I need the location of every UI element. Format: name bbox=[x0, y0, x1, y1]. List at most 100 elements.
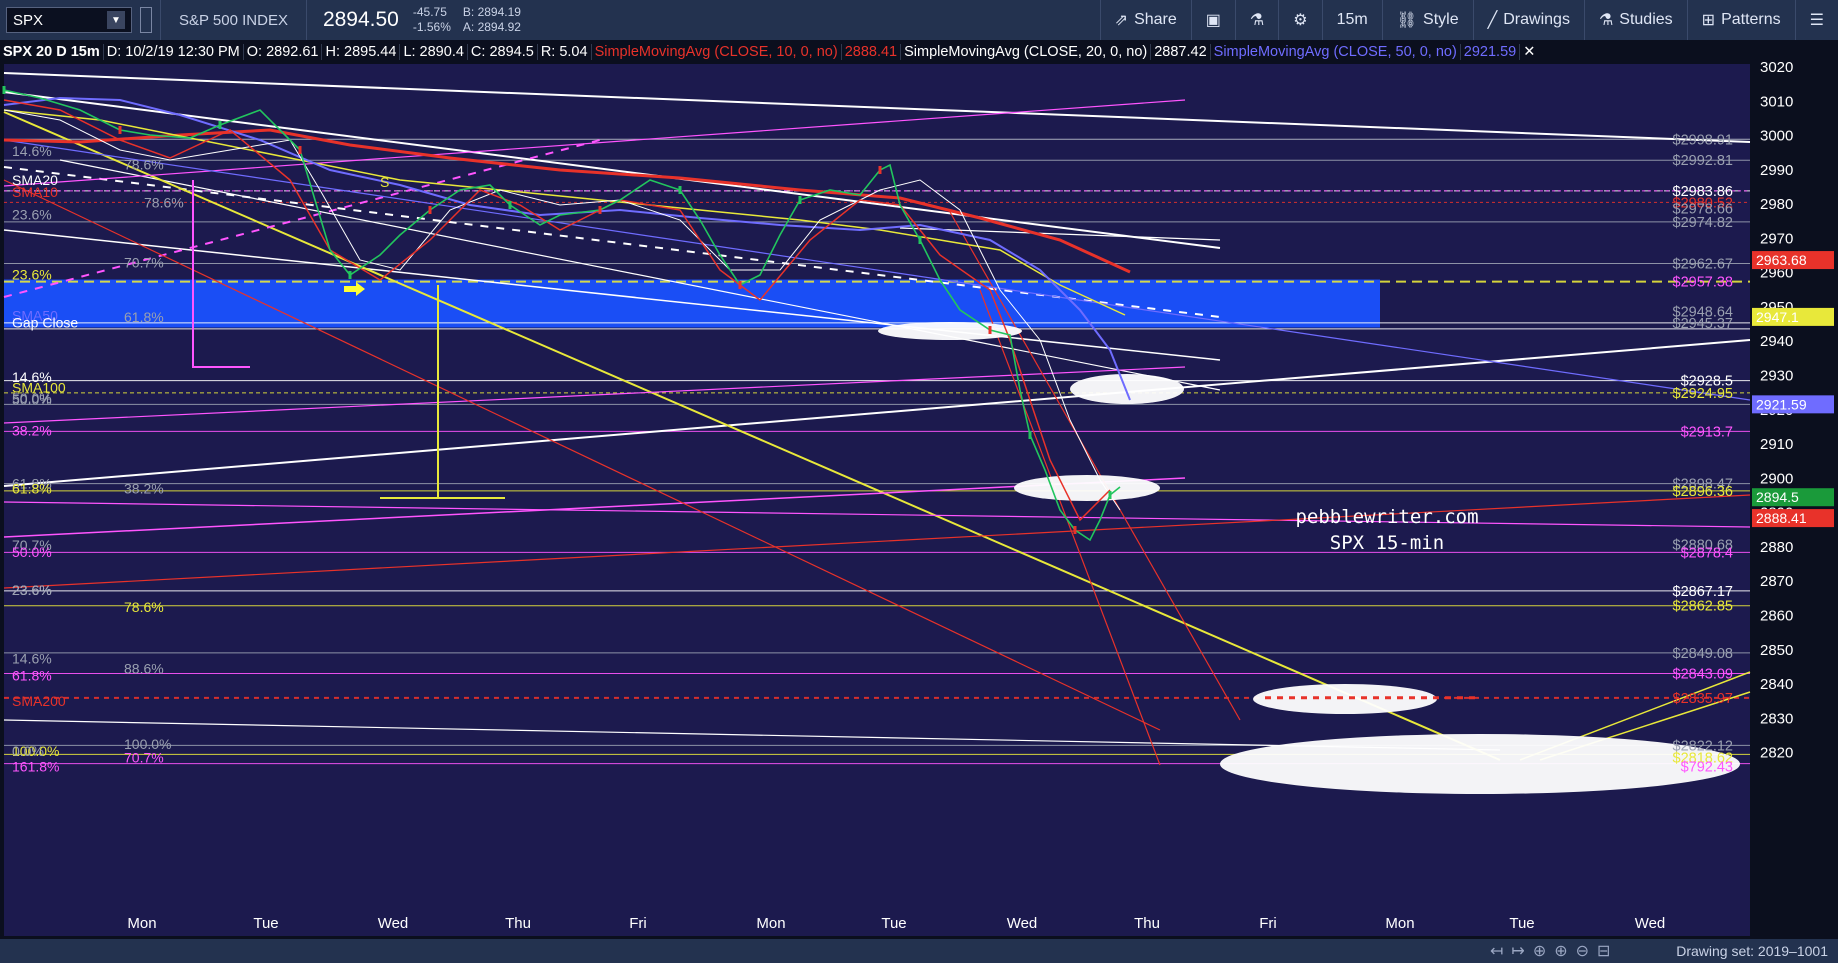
zoom-controls[interactable]: ↤↦⊕⊕⊖⊟ bbox=[1490, 941, 1618, 961]
flask-button[interactable]: ⚗ bbox=[1234, 0, 1278, 40]
pencil-icon: ╱ bbox=[1487, 12, 1498, 29]
fib-label: 50.0% bbox=[12, 392, 52, 408]
price-axis-tick: 2930 bbox=[1760, 368, 1793, 385]
price-candle bbox=[678, 186, 682, 194]
bar-open: O: 2892.61 bbox=[244, 44, 323, 60]
fib-label: 78.6% bbox=[144, 194, 184, 210]
time-axis-tick: Thu bbox=[505, 915, 531, 932]
price-axis-tick: 3020 bbox=[1760, 59, 1793, 76]
highlight-ellipse bbox=[1014, 475, 1160, 501]
fib-label: 14.6% bbox=[12, 143, 52, 159]
chart-title: SPX 20 D 15m bbox=[0, 44, 104, 60]
studies-icon: ⚗ bbox=[1598, 12, 1614, 29]
timeframe-button[interactable]: 15m bbox=[1321, 0, 1382, 40]
bar-low: L: 2890.4 bbox=[400, 44, 468, 60]
time-axis-tick: Fri bbox=[629, 915, 647, 932]
price-candle bbox=[1028, 431, 1032, 439]
price-badge-text: 2963.68 bbox=[1756, 252, 1807, 268]
level-label: $2962.67 bbox=[1673, 257, 1733, 273]
price-axis-tick: 2870 bbox=[1760, 573, 1793, 590]
price-candle bbox=[598, 206, 602, 214]
fib-label: 70.7% bbox=[124, 750, 164, 766]
price-axis-tick: 2880 bbox=[1760, 539, 1793, 556]
time-axis-tick: Mon bbox=[127, 915, 156, 932]
price-candle bbox=[798, 196, 802, 204]
bar-high: H: 2895.44 bbox=[322, 44, 401, 60]
menu-button[interactable]: ☰ bbox=[1794, 0, 1838, 40]
settings-button[interactable]: ⚙ bbox=[1278, 0, 1321, 40]
studies-label: Studies bbox=[1619, 11, 1673, 28]
patterns-button[interactable]: ⊞ Patterns bbox=[1686, 0, 1795, 40]
price-chart[interactable]: 2820283028402850286028702880289029002910… bbox=[0, 40, 1838, 939]
bar-close: C: 2894.5 bbox=[468, 44, 538, 60]
net-change: -45.75 bbox=[412, 5, 447, 19]
level-label: $2945.37 bbox=[1673, 316, 1733, 332]
price-axis-tick: 2820 bbox=[1760, 745, 1793, 762]
fib-label: Gap Close bbox=[12, 314, 78, 330]
chevron-down-icon[interactable]: ▼ bbox=[107, 11, 125, 29]
level-label: $2896.36 bbox=[1673, 484, 1733, 500]
fib-label: 70.7% bbox=[124, 254, 164, 270]
studies-button[interactable]: ⚗ Studies bbox=[1583, 0, 1687, 40]
style-icon: ⛓ bbox=[1396, 12, 1418, 29]
price-candle bbox=[348, 271, 352, 279]
level-label: $792.43 bbox=[1681, 759, 1733, 775]
flask-icon: ⚗ bbox=[1249, 12, 1265, 29]
link-icon[interactable] bbox=[140, 7, 152, 33]
watermark: pebblewriter.com SPX 15-min bbox=[1272, 504, 1502, 556]
price-candle bbox=[298, 146, 302, 154]
level-label: $2878.4 bbox=[1681, 545, 1733, 561]
ask-value: A: 2894.92 bbox=[462, 20, 521, 34]
fib-label: 161.8% bbox=[12, 758, 59, 774]
fib-label: SMA10 bbox=[12, 184, 58, 200]
timeframe-label: 15m bbox=[1336, 11, 1368, 28]
price-axis-tick: 2990 bbox=[1760, 162, 1793, 179]
flexible-grid-button[interactable]: ▣ bbox=[1190, 0, 1235, 40]
fib-label: 61.8% bbox=[124, 309, 164, 325]
level-label: $2843.09 bbox=[1673, 666, 1733, 682]
sma50-value: 2921.59 bbox=[1461, 44, 1521, 60]
price-candle bbox=[2, 86, 6, 94]
watermark-caption: SPX 15-min bbox=[1329, 532, 1445, 554]
level-label: $2974.82 bbox=[1673, 215, 1733, 231]
level-label: $2913.7 bbox=[1681, 424, 1733, 440]
time-axis-tick: Tue bbox=[881, 915, 906, 932]
level-label: $2835.97 bbox=[1673, 691, 1733, 707]
price-axis-tick: 2830 bbox=[1760, 710, 1793, 727]
fib-label: 23.6% bbox=[12, 582, 52, 598]
level-label: $2992.81 bbox=[1673, 153, 1733, 169]
price-axis-tick: 2860 bbox=[1760, 607, 1793, 624]
more-studies-icon[interactable]: ✕ bbox=[1520, 44, 1538, 60]
share-button[interactable]: ⇗ Share bbox=[1099, 0, 1191, 40]
menu-icon: ☰ bbox=[1809, 12, 1824, 29]
price-axis-tick: 2970 bbox=[1760, 230, 1793, 247]
price-candle bbox=[428, 206, 432, 214]
time-axis-tick: Mon bbox=[756, 915, 785, 932]
fib-label: 78.6% bbox=[124, 599, 164, 615]
fib-label: SMA200 bbox=[12, 693, 66, 709]
highlight-ellipse bbox=[1070, 374, 1184, 404]
sma50-label: SimpleMovingAvg (CLOSE, 50, 0, no) bbox=[1211, 44, 1461, 60]
price-axis-tick: 3010 bbox=[1760, 93, 1793, 110]
fib-label: 50.0% bbox=[12, 544, 52, 560]
price-axis-tick: 2900 bbox=[1760, 470, 1793, 487]
highlight-ellipse bbox=[1220, 734, 1740, 794]
price-candle bbox=[918, 236, 922, 244]
instrument-name: S&P 500 INDEX bbox=[179, 11, 288, 29]
time-axis-tick: Tue bbox=[1509, 915, 1534, 932]
price-candle bbox=[738, 281, 742, 289]
symbol-input[interactable]: SPX ▼ bbox=[6, 7, 132, 33]
watermark-site: pebblewriter.com bbox=[1295, 506, 1479, 528]
bid-ask-block: B: 2894.19 A: 2894.92 bbox=[457, 5, 527, 35]
bar-date: D: 10/2/19 12:30 PM bbox=[104, 44, 244, 60]
style-button[interactable]: ⛓ Style bbox=[1381, 0, 1473, 40]
time-axis-tick: Wed bbox=[378, 915, 409, 932]
change-block: -45.75 -1.56% bbox=[407, 5, 457, 35]
price-axis-tick: 2980 bbox=[1760, 196, 1793, 213]
time-axis-tick: Thu bbox=[1134, 915, 1160, 932]
drawings-button[interactable]: ╱ Drawings bbox=[1472, 0, 1584, 40]
drawings-label: Drawings bbox=[1503, 11, 1570, 28]
price-badge-text: 2888.41 bbox=[1756, 510, 1807, 526]
price-candle bbox=[878, 166, 882, 174]
fib-label: S bbox=[380, 174, 389, 190]
